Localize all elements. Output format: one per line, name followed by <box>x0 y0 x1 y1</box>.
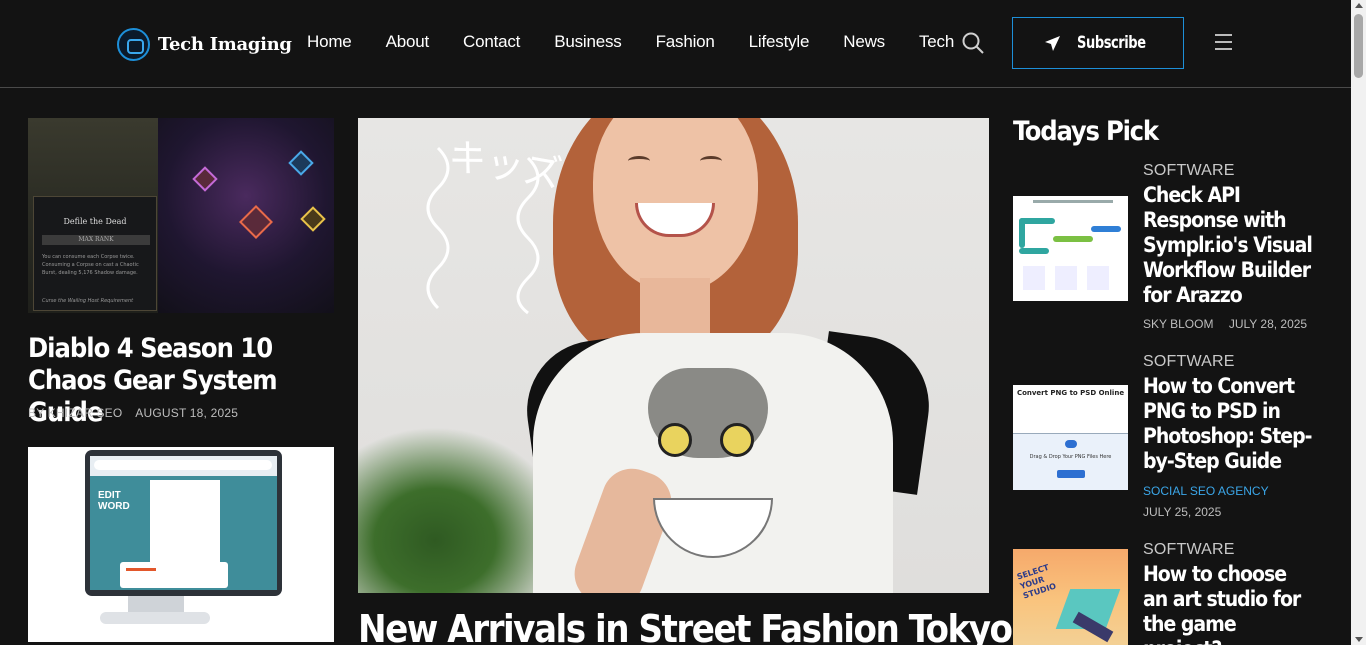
nav-about[interactable]: About <box>386 32 430 52</box>
scroll-up-icon[interactable] <box>1355 3 1363 8</box>
page-scrollbar[interactable] <box>1351 0 1366 645</box>
todays-pick-heading: Todays Pick <box>1013 116 1159 147</box>
skill-tooltip: Defile the Dead MAX RANK You can consume… <box>33 196 157 311</box>
article-thumbnail-diablo[interactable]: Defile the Dead MAX RANK You can consume… <box>28 118 334 313</box>
nav-contact[interactable]: Contact <box>463 32 520 52</box>
nav-fashion[interactable]: Fashion <box>656 32 715 52</box>
subscribe-button[interactable]: Subscribe <box>1012 17 1184 69</box>
pick-date: JULY 25, 2025 <box>1143 505 1222 519</box>
scroll-thumb[interactable] <box>1354 14 1363 78</box>
article-date: AUGUST 18, 2025 <box>135 406 239 420</box>
send-icon <box>1045 35 1061 51</box>
article-meta: BY KHIZAR SEO AUGUST 18, 2025 <box>28 406 238 420</box>
pick-category[interactable]: SOFTWARE <box>1143 162 1235 180</box>
pick-meta: SOCIAL SEO AGENCY <box>1143 484 1281 498</box>
scroll-down-icon[interactable] <box>1355 637 1363 642</box>
nav-news[interactable]: News <box>843 32 885 52</box>
hamburger-menu-icon[interactable] <box>1215 34 1232 50</box>
pick-date: JULY 28, 2025 <box>1228 317 1308 331</box>
featured-article-image[interactable]: キッズ <box>358 118 989 593</box>
cat-print <box>648 368 773 558</box>
search-icon[interactable] <box>962 32 984 54</box>
pick-author[interactable]: SOCIAL SEO AGENCY <box>1143 484 1269 498</box>
pick-title[interactable]: How to Convert PNG to PSD in Photoshop: … <box>1143 374 1313 474</box>
pick-thumbnail-png-psd[interactable]: Convert PNG to PSD Online Drag & Drop Yo… <box>1013 385 1128 490</box>
site-header: Tech Imaging Home About Contact Business… <box>0 0 1351 88</box>
main-nav: Home About Contact Business Fashion Life… <box>307 32 988 52</box>
nav-lifestyle[interactable]: Lifestyle <box>749 32 810 52</box>
pick-author[interactable]: SKY BLOOM <box>1143 317 1213 331</box>
logo-text: Tech Imaging <box>158 34 292 55</box>
pick-thumbnail-api[interactable] <box>1013 196 1128 301</box>
pick-title[interactable]: Check API Response with Symplr.io's Visu… <box>1143 183 1313 308</box>
pick-meta: SKY BLOOM JULY 28, 2025 <box>1143 317 1307 331</box>
site-logo[interactable]: Tech Imaging <box>117 28 292 61</box>
pick-category[interactable]: SOFTWARE <box>1143 353 1235 371</box>
squiggle-decoration <box>426 146 540 315</box>
article-thumbnail-edit-word[interactable]: EDIT WORD <box>28 447 334 642</box>
article-author[interactable]: BY KHIZAR SEO <box>28 406 122 420</box>
pick-title[interactable]: How to choose an art studio for the game… <box>1143 562 1313 645</box>
monitor-illustration: EDIT WORD <box>85 450 282 596</box>
nav-business[interactable]: Business <box>554 32 622 52</box>
subscribe-label: Subscribe <box>1077 33 1146 53</box>
featured-article-title[interactable]: New Arrivals in Street Fashion Tokyo <box>358 607 1013 645</box>
pick-category[interactable]: SOFTWARE <box>1143 541 1235 559</box>
pick-thumbnail-art-studio[interactable]: SELECT YOUR STUDIO <box>1013 549 1128 645</box>
logo-icon <box>117 28 150 61</box>
nav-tech[interactable]: Tech <box>919 32 954 52</box>
nav-home[interactable]: Home <box>307 32 352 52</box>
